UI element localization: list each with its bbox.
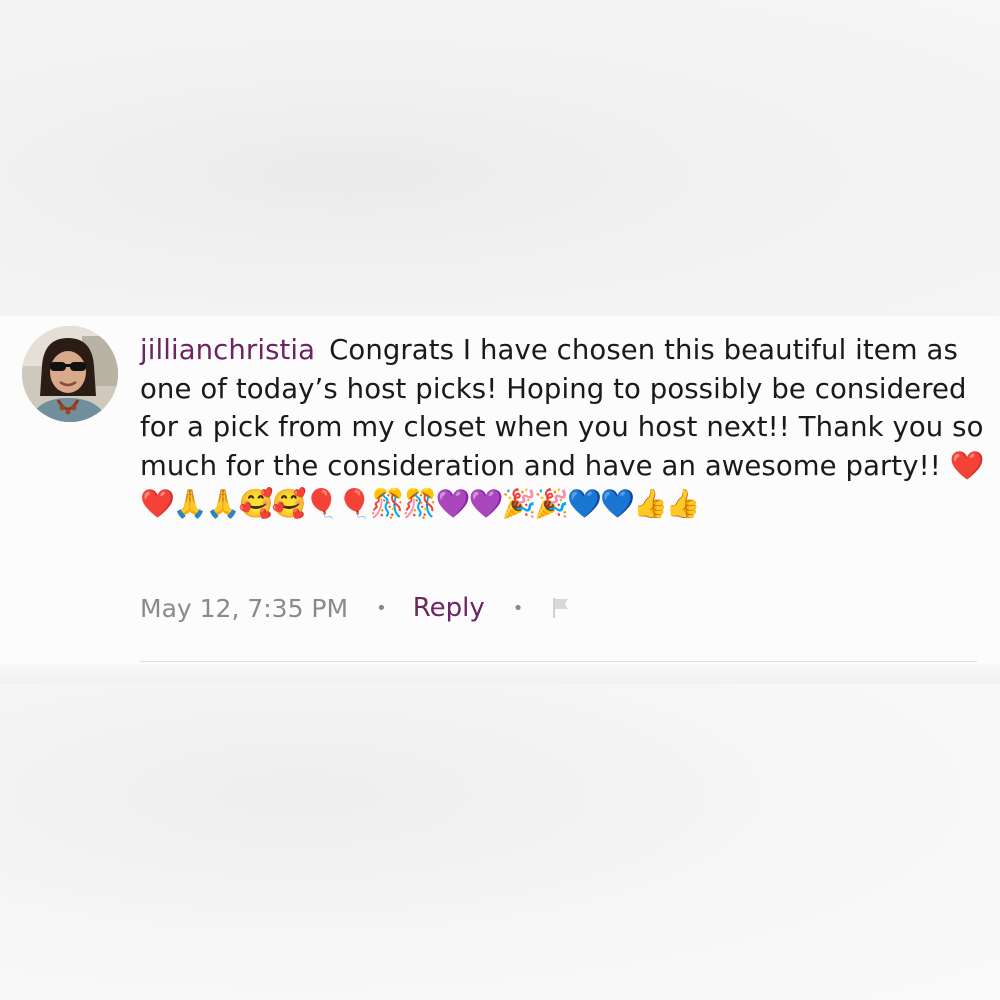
avatar[interactable] <box>22 326 118 422</box>
comment-meta: May 12, 7:35 PM • Reply • <box>140 590 573 626</box>
separator-dot: • <box>376 597 387 619</box>
avatar-photo <box>22 326 118 422</box>
comment-body: jillianchristia Congrats I have chosen th… <box>140 331 985 524</box>
divider <box>140 661 977 662</box>
blurred-edge <box>0 664 1000 686</box>
blurred-background-top <box>0 0 1000 316</box>
timestamp: May 12, 7:35 PM <box>140 593 349 623</box>
flag-icon[interactable] <box>549 596 573 620</box>
separator-dot: • <box>512 597 524 619</box>
blurred-background-bottom <box>0 684 1000 1000</box>
username-link[interactable]: jillianchristia <box>140 334 315 366</box>
reply-button[interactable]: Reply <box>413 593 485 623</box>
